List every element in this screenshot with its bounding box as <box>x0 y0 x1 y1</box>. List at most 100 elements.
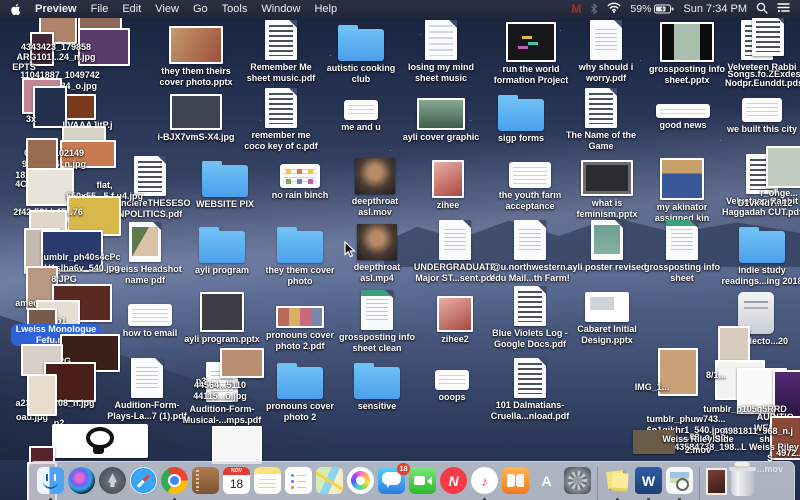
dock-safari-icon[interactable] <box>130 467 157 494</box>
clutter-pink-photo[interactable] <box>776 120 800 154</box>
label-d1vk4d7[interactable]: D1vk4d7...12 <box>724 196 800 209</box>
menu-window[interactable]: Window <box>261 3 300 15</box>
clutter-white-doc[interactable] <box>195 426 279 464</box>
m-status-icon[interactable]: M <box>571 2 581 16</box>
menu-edit[interactable]: Edit <box>122 3 141 15</box>
dock-system-preferences-icon[interactable] <box>564 467 591 494</box>
image-thumbnail-glyph <box>437 296 473 332</box>
dock-image-file-icon[interactable] <box>706 468 727 495</box>
image-thumbnail-glyph <box>27 374 57 416</box>
dock-appstore-icon[interactable]: A <box>533 467 560 494</box>
zihee2[interactable]: zihee2 <box>413 296 497 345</box>
remember-me-sheet-music[interactable]: Remember Me sheet music.pdf <box>239 20 323 84</box>
dock-photos-icon[interactable] <box>347 467 374 494</box>
zihee[interactable]: zihee <box>406 160 490 211</box>
my-akinator-assigned-kin[interactable]: my akinator assigned kin <box>640 158 724 224</box>
101-dalmatians-cruella[interactable]: 101 Dalmatians- Cruella...nload.pdf <box>488 358 572 422</box>
ayli-cover-graphic[interactable]: ayli cover graphic <box>399 98 483 143</box>
northwestern-mail[interactable]: @u.northwestern. edu Mail...th Farm! <box>488 220 572 284</box>
dock-contacts-icon[interactable] <box>192 467 219 494</box>
dock-facetime-icon[interactable] <box>409 467 436 494</box>
they-them-cover-photo-folder[interactable]: they them cover photo <box>258 226 342 287</box>
velveteen-rabbi-stack[interactable]: Velveteen Rabbi <box>720 16 800 73</box>
sensitive-folder[interactable]: sensitive <box>335 362 419 412</box>
undergraduate-major-st[interactable]: UNDERGRADUATE Major ST...sent.pdf <box>413 220 497 284</box>
the-name-of-the-game[interactable]: The Name of the Game <box>559 88 643 152</box>
zihee-label: zihee <box>437 200 460 211</box>
dock-itunes-icon[interactable]: ♪ <box>471 467 498 494</box>
me-and-u[interactable]: me and u <box>319 100 403 133</box>
menu-help[interactable]: Help <box>314 3 337 15</box>
battery-indicator[interactable]: 59% <box>630 3 674 15</box>
dock-preview-icon[interactable] <box>666 467 693 494</box>
clutter-face-photo[interactable] <box>200 348 284 378</box>
menu-go[interactable]: Go <box>193 3 208 15</box>
dock-reminders-icon[interactable] <box>285 467 312 494</box>
dock-books-icon[interactable] <box>502 467 529 494</box>
no-rain-binch[interactable]: no rain binch <box>258 164 342 201</box>
dock-news-icon[interactable]: N <box>440 467 467 494</box>
they-them-theirs-cover-photo[interactable]: they them theirs cover photo.pptx <box>154 26 238 88</box>
remember-me-coco-key-label: remember me coco key of c.pdf <box>244 130 318 152</box>
good-news[interactable]: good news <box>641 104 725 131</box>
why-should-i-worry[interactable]: why should i worry.pdf <box>564 20 648 84</box>
they-them-cover-photo-folder-label: they them cover photo <box>265 265 334 287</box>
document-glyph <box>439 220 471 260</box>
clutter-edge-photo-a[interactable] <box>780 306 800 352</box>
bluetooth-icon[interactable] <box>590 3 598 15</box>
dock-notes-icon[interactable] <box>254 467 281 494</box>
menu-bar-clock[interactable]: Sun 7:34 PM <box>683 3 747 15</box>
menu-file[interactable]: File <box>91 3 109 15</box>
label-4981811[interactable]: 4981811_968_n.j <box>712 424 800 437</box>
what-is-feminism-pptx[interactable]: what is feminism.pptx <box>565 160 649 220</box>
wifi-icon[interactable] <box>607 2 621 16</box>
autistic-cooking-club-folder[interactable]: autistic cooking club <box>319 24 403 85</box>
dock-chrome-icon[interactable] <box>161 467 188 494</box>
appstore-logo-glyph: A <box>533 467 560 494</box>
losing-my-mind-sheet-music[interactable]: losing my mind sheet music <box>399 20 483 84</box>
grossposting-info-sheet[interactable]: grossposting info sheet <box>640 220 724 284</box>
menu-bar: Preview File Edit View Go Tools Window H… <box>0 0 800 18</box>
grossposting-info-sheet-clean[interactable]: grossposting info sheet clean <box>335 290 419 354</box>
dock-messages-icon[interactable]: 18 <box>378 467 405 494</box>
image-thumbnail-glyph <box>660 158 704 200</box>
ayli-poster-revised[interactable]: ayli poster revised <box>565 220 649 273</box>
label-8-1[interactable]: 8/1... <box>696 368 736 381</box>
ooops[interactable]: ooops <box>410 370 494 403</box>
ayli-program-pptx[interactable]: ayli program.pptx <box>180 292 264 345</box>
indie-study-readings-folder[interactable]: indie study readings...ing 2018 <box>720 226 800 287</box>
apple-menu-icon[interactable] <box>10 3 21 16</box>
the-youth-farm-acceptance[interactable]: the youth farm acceptance <box>488 162 572 212</box>
pronouns-cover-photo-2-pdf[interactable]: pronouns cover photo 2.pdf <box>258 306 342 352</box>
label-44564[interactable]: 44564...5110 44115...o.jpg <box>168 378 272 402</box>
document-stack-glyph <box>739 16 785 60</box>
sigp-forms-folder[interactable]: sigp forms <box>479 94 563 144</box>
dock-stickies-icon[interactable] <box>604 467 631 494</box>
clutter-flyer-b[interactable] <box>0 374 84 416</box>
ayli-program-folder[interactable]: ayli program <box>180 226 264 276</box>
dock-finder-icon[interactable] <box>37 467 64 494</box>
101-dalmatians-cruella-label: 101 Dalmatians- Cruella...nload.pdf <box>491 400 570 422</box>
spotlight-search-icon[interactable] <box>756 2 768 17</box>
website-pix-folder[interactable]: WEBSITE PIX <box>183 160 267 210</box>
blue-violets-log[interactable]: Blue Violets Log - Google Docs.pdf <box>488 286 572 350</box>
notification-center-icon[interactable] <box>777 2 790 16</box>
dock-siri-icon[interactable] <box>68 467 95 494</box>
label-nodpr-overlap[interactable]: Nodpr.Eunddt.pds <box>714 76 800 89</box>
menu-tools[interactable]: Tools <box>222 3 248 15</box>
dock-trash-icon[interactable] <box>731 468 754 496</box>
i-bjx7vms-x4[interactable]: i-BJX7vmS-X4.jpg <box>154 94 238 143</box>
dock-maps-icon[interactable] <box>316 467 343 494</box>
remember-me-coco-key[interactable]: remember me coco key of c.pdf <box>239 88 323 152</box>
label-img-1[interactable]: IMG_1... <box>622 380 682 393</box>
dock-word-icon[interactable]: W <box>635 467 662 494</box>
dock-launchpad-icon[interactable] <box>99 467 126 494</box>
clutter-corner-photo[interactable] <box>786 436 800 464</box>
run-the-world-formation-project[interactable]: run the world formation Project <box>489 22 573 86</box>
menu-view[interactable]: View <box>155 3 179 15</box>
cabaret-initial-design[interactable]: Cabaret Initial Design.pptx <box>565 292 649 346</box>
sheet-music-glyph <box>425 20 457 60</box>
active-app-name[interactable]: Preview <box>35 3 77 15</box>
dock-calendar-icon[interactable]: NOV18 <box>223 467 250 494</box>
deepthroat-asl-mov[interactable]: deepthroat asl.mov <box>333 158 417 218</box>
